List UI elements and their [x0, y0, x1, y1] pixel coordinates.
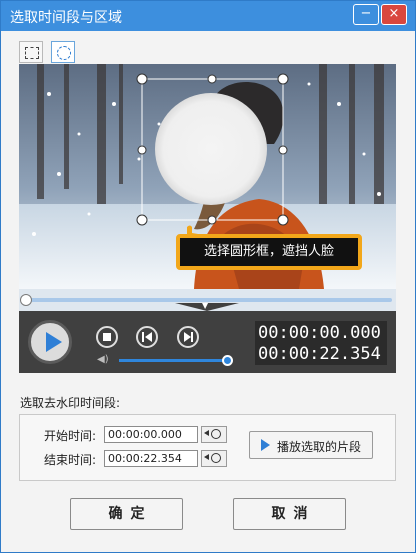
total-time: 00:00:22.354	[258, 344, 381, 364]
segment-section-label: 选取去水印时间段:	[20, 396, 121, 410]
volume-thumb[interactable]	[222, 355, 233, 366]
resize-handle[interactable]	[277, 214, 289, 226]
video-player: 选择圆形框，遮挡人脸 ▼	[19, 64, 396, 318]
resize-handle[interactable]	[137, 145, 147, 155]
previous-frame-icon	[142, 332, 144, 342]
window-title: 选取时间段与区域	[10, 10, 122, 26]
rectangle-select-icon	[25, 47, 39, 59]
rectangle-select-tab[interactable]	[19, 41, 43, 63]
volume-slider[interactable]	[119, 359, 229, 362]
previous-frame-button[interactable]	[136, 326, 158, 348]
play-button[interactable]	[28, 320, 72, 364]
chevron-down-icon[interactable]: ▼	[202, 302, 208, 310]
minimize-button[interactable]: −	[353, 4, 379, 25]
cancel-button[interactable]: 取消	[233, 498, 346, 530]
title-bar[interactable]: 选取时间段与区域 − ×	[1, 1, 415, 31]
ok-button[interactable]: 确定	[70, 498, 183, 530]
current-time: 00:00:00.000	[258, 323, 381, 343]
resize-handle[interactable]	[278, 145, 288, 155]
timeline-slider[interactable]: ▼	[19, 289, 396, 311]
next-frame-button[interactable]	[177, 326, 199, 348]
resize-handle[interactable]	[277, 73, 289, 85]
time-display: 00:00:00.000 00:00:22.354	[255, 321, 387, 365]
clock-icon	[211, 429, 221, 439]
set-start-time-button[interactable]	[201, 426, 227, 443]
end-time-field[interactable]	[104, 450, 198, 467]
timeline-thumb[interactable]	[20, 294, 32, 306]
play-icon	[261, 439, 270, 451]
segment-group: 开始时间: 结束时间: 播放选取的片段	[19, 414, 396, 481]
resize-handle[interactable]	[207, 74, 217, 84]
set-end-time-button[interactable]	[201, 450, 227, 467]
stop-icon	[103, 333, 111, 341]
resize-handle[interactable]	[136, 214, 148, 226]
end-time-label: 结束时间:	[44, 453, 97, 467]
player-controls: ◀) 00:00:00.000 00:00:22.354	[19, 318, 396, 373]
play-selected-segment-button[interactable]: 播放选取的片段	[249, 431, 373, 459]
start-time-field[interactable]	[104, 426, 198, 443]
timeline-track	[26, 298, 392, 302]
resize-handle[interactable]	[136, 73, 148, 85]
ellipse-select-icon	[57, 46, 71, 60]
close-button[interactable]: ×	[381, 4, 407, 25]
speaker-icon[interactable]: ◀)	[97, 355, 111, 365]
tooltip-callout: 选择圆形框，遮挡人脸	[176, 234, 362, 270]
ellipse-select-tab[interactable]	[51, 41, 75, 63]
next-frame-icon	[184, 332, 191, 342]
resize-handle[interactable]	[207, 215, 217, 225]
video-frame: 选择圆形框，遮挡人脸	[19, 64, 396, 289]
clock-icon	[211, 453, 221, 463]
stop-button[interactable]	[96, 326, 118, 348]
start-time-label: 开始时间:	[44, 429, 97, 443]
play-icon	[46, 332, 62, 352]
play-selected-label: 播放选取的片段	[277, 440, 362, 454]
ellipse-mask	[155, 93, 267, 205]
